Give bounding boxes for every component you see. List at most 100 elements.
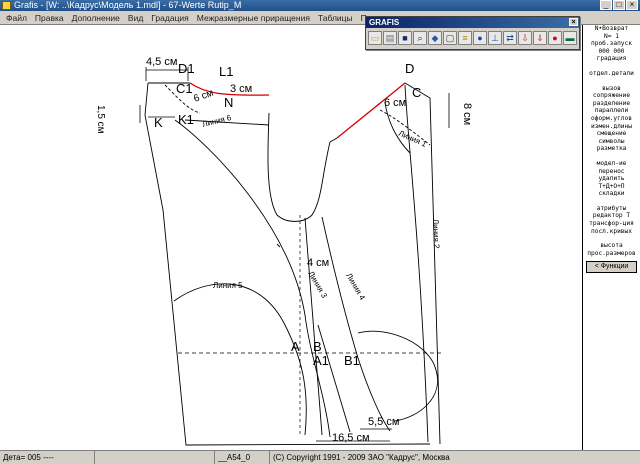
function-groups: N•Возврат N= 1 проб.запуск 000 000 градация о… <box>583 25 640 257</box>
back-armhole <box>267 112 331 222</box>
menu-tables[interactable]: Таблицы <box>314 13 357 23</box>
functions-button[interactable]: < Функции <box>586 261 637 274</box>
label-line3: Линия 3 <box>306 270 329 301</box>
label-dim-15: 1,5 см <box>95 105 106 134</box>
function-item[interactable]: разделение <box>583 100 640 108</box>
label-dim-55: 5,5 см <box>368 416 399 428</box>
front-shoulder-red <box>336 82 406 139</box>
side-curve <box>357 330 438 422</box>
group-separator <box>583 198 640 205</box>
function-item[interactable]: вызов <box>583 85 640 93</box>
close-button[interactable]: × <box>626 0 638 10</box>
menu-edit[interactable]: Правка <box>31 13 68 23</box>
globe-icon[interactable]: ● <box>473 31 487 45</box>
label-c: C <box>412 85 421 100</box>
function-item[interactable]: редактор T <box>583 212 640 220</box>
function-item[interactable]: измен.длины <box>583 123 640 131</box>
label-dim-45: 4,5 см <box>146 56 177 68</box>
stop-icon[interactable]: ● <box>548 31 562 45</box>
status-detail: Дета= 005 ---- <box>0 451 95 464</box>
status-empty <box>95 451 215 464</box>
export-icon[interactable]: ⇓ <box>533 31 547 45</box>
label-dim-6-left: 6 см <box>192 88 215 105</box>
function-item[interactable]: проб.запуск <box>583 40 640 48</box>
function-item[interactable]: T+Д+О+П <box>583 183 640 191</box>
grafis-toolbar-window[interactable]: GRAFIS × ▭ ▤ ■ ⌕ ◆ ▢ ≡ ● ⊥ ⇄ ⇩ ⇓ ● ▬ <box>365 16 580 50</box>
line3-second <box>304 217 323 436</box>
open-folder-icon[interactable]: ▭ <box>368 31 382 45</box>
minimize-button[interactable]: _ <box>600 0 612 10</box>
function-item[interactable]: удалить <box>583 175 640 183</box>
group-separator <box>583 78 640 85</box>
line3-curve <box>174 119 331 438</box>
frame-icon[interactable]: ▢ <box>443 31 457 45</box>
label-line5: Линия 5 <box>213 281 243 290</box>
menu-addon[interactable]: Дополнение <box>68 13 124 23</box>
function-item[interactable]: N= 1 <box>583 33 640 41</box>
toolbar-window-title[interactable]: GRAFIS × <box>366 17 579 28</box>
group-separator <box>583 63 640 70</box>
measure-icon[interactable]: ⊥ <box>488 31 502 45</box>
pattern-drawing[interactable]: 4,5 см D1 L1 3 см C1 6 см N 1,5 см K K1 … <box>0 25 583 450</box>
front-outline <box>329 82 441 445</box>
status-copyright: (C) Copyright 1991 - 2009 ЗАО "Кадрус", … <box>273 453 450 462</box>
function-item[interactable]: трансфор-ция <box>583 220 640 228</box>
menu-file[interactable]: Файл <box>2 13 31 23</box>
toolbar-close-button[interactable]: × <box>569 18 578 26</box>
function-item[interactable]: прос.размеров <box>583 250 640 258</box>
function-item[interactable]: смещение <box>583 130 640 138</box>
label-line1: Линия 1 <box>397 129 428 149</box>
app-icon <box>2 1 11 10</box>
function-item[interactable]: градация <box>583 55 640 63</box>
zoom-icon[interactable]: ⌕ <box>413 31 427 45</box>
function-item[interactable]: N•Возврат <box>583 25 640 33</box>
function-item[interactable]: 000 000 <box>583 48 640 56</box>
label-a1: A1 <box>313 353 329 368</box>
function-item[interactable]: оформ.углов <box>583 115 640 123</box>
maximize-button[interactable]: □ <box>613 0 625 10</box>
label-dim-6-right: 6 см <box>384 97 406 109</box>
function-item[interactable]: высота <box>583 242 640 250</box>
download-icon[interactable]: ⇩ <box>518 31 532 45</box>
function-item[interactable]: параллели <box>583 107 640 115</box>
label-dim-4: 4 см <box>307 257 329 269</box>
function-item[interactable]: сопряжение <box>583 92 640 100</box>
function-item[interactable]: перенос <box>583 168 640 176</box>
terminal-icon[interactable]: ▬ <box>563 31 577 45</box>
status-bar: Дета= 005 ---- __A54_0 (C) Copyright 199… <box>0 450 640 464</box>
ruler-icon[interactable]: ≡ <box>458 31 472 45</box>
toolbar-title-text: GRAFIS <box>369 18 400 27</box>
label-c1: C1 <box>176 81 193 96</box>
function-item[interactable]: символы <box>583 138 640 146</box>
label-line6: Линия 6 <box>201 113 232 129</box>
function-item[interactable]: разметка <box>583 145 640 153</box>
label-a: A <box>291 339 300 354</box>
layers-icon[interactable]: ◆ <box>428 31 442 45</box>
label-b1: B1 <box>344 353 360 368</box>
back-outline-left <box>144 82 431 446</box>
label-b: B <box>313 339 322 354</box>
drawing-canvas[interactable]: 4,5 см D1 L1 3 см C1 6 см N 1,5 см K K1 … <box>0 25 583 450</box>
menu-view[interactable]: Вид <box>124 13 147 23</box>
open-file-icon[interactable]: ▤ <box>383 31 397 45</box>
function-item[interactable]: поcл.кривых <box>583 228 640 236</box>
window-controls: _ □ × <box>600 0 638 10</box>
group-separator <box>583 235 640 242</box>
save-icon[interactable]: ■ <box>398 31 412 45</box>
label-d: D <box>405 61 414 76</box>
front-slanted-line <box>317 324 351 433</box>
label-n: N <box>224 95 233 110</box>
function-item[interactable]: отдел.детали <box>583 70 640 78</box>
menu-increments[interactable]: Межразмерные приращения <box>193 13 314 23</box>
function-item[interactable]: складки <box>583 190 640 198</box>
function-item[interactable]: модел-ие <box>583 160 640 168</box>
swap-icon[interactable]: ⇄ <box>503 31 517 45</box>
back-side-seam <box>276 243 281 248</box>
group-separator <box>583 153 640 160</box>
label-k1: K1 <box>178 112 194 127</box>
menu-grading[interactable]: Градация <box>147 13 193 23</box>
window-title: Grafis - [W: ..\Кадрус\Модель 1.mdl] - 6… <box>14 0 242 10</box>
function-item[interactable]: атрибуты <box>583 205 640 213</box>
label-line2: Линия 2 <box>431 219 441 249</box>
title-bar: Grafis - [W: ..\Кадрус\Модель 1.mdl] - 6… <box>0 0 640 11</box>
